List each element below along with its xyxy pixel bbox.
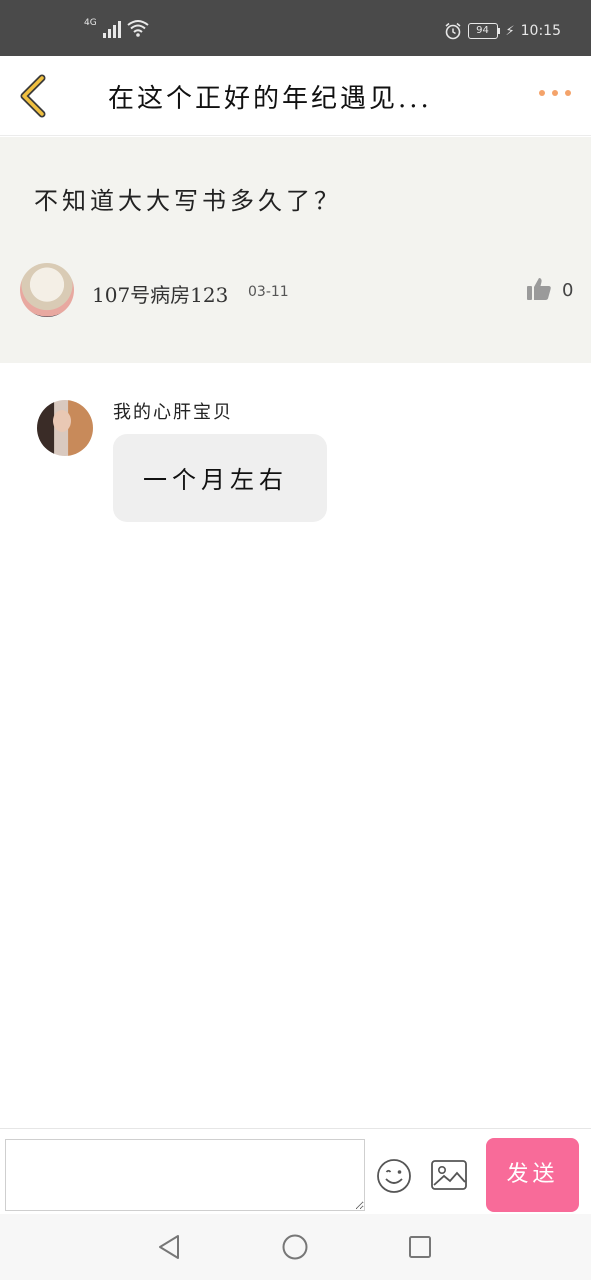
system-nav-bar bbox=[0, 1214, 591, 1280]
emoji-icon[interactable] bbox=[376, 1158, 412, 1194]
wifi-icon bbox=[127, 20, 149, 37]
signal-icon bbox=[102, 20, 121, 38]
image-icon[interactable] bbox=[430, 1158, 468, 1192]
reply-bubble: 一个月左右 bbox=[113, 434, 327, 522]
status-bar: 4G 94 ⚡ 10:15 bbox=[0, 0, 591, 56]
avatar[interactable] bbox=[20, 263, 74, 317]
status-left: 4G bbox=[84, 18, 149, 38]
send-button[interactable]: 发送 bbox=[486, 1138, 579, 1212]
status-time: 10:15 bbox=[520, 23, 561, 39]
like-count: 0 bbox=[562, 280, 574, 301]
question-date: 03-11 bbox=[248, 284, 289, 300]
message-input[interactable] bbox=[5, 1139, 365, 1211]
question-card: 不知道大大写书多久了？ 107号病房123 03-11 0 bbox=[0, 137, 591, 363]
more-dots-icon[interactable] bbox=[539, 90, 571, 96]
input-bar: 发送 bbox=[0, 1128, 591, 1214]
battery-icon: 94 bbox=[467, 23, 500, 39]
page-title: 在这个正好的年纪遇见... bbox=[108, 84, 432, 114]
nav-back-icon[interactable] bbox=[156, 1233, 182, 1261]
status-right: 94 ⚡ 10:15 bbox=[444, 22, 561, 40]
network-type: 4G bbox=[84, 18, 97, 28]
reply-avatar[interactable] bbox=[37, 400, 93, 456]
nav-recents-icon[interactable] bbox=[408, 1235, 432, 1259]
question-text: 不知道大大写书多久了？ bbox=[34, 187, 342, 215]
chevron-left-icon[interactable] bbox=[14, 74, 54, 118]
reply-text: 一个月左右 bbox=[143, 466, 288, 494]
question-author[interactable]: 107号病房123 bbox=[92, 279, 228, 308]
battery-level: 94 bbox=[467, 23, 498, 39]
thumbs-up-icon[interactable] bbox=[526, 276, 552, 302]
nav-home-icon[interactable] bbox=[282, 1234, 308, 1260]
charging-icon: ⚡ bbox=[505, 23, 515, 39]
alarm-icon bbox=[445, 22, 460, 40]
header: 在这个正好的年纪遇见... bbox=[0, 56, 591, 136]
reply-author: 我的心肝宝贝 bbox=[113, 402, 233, 423]
